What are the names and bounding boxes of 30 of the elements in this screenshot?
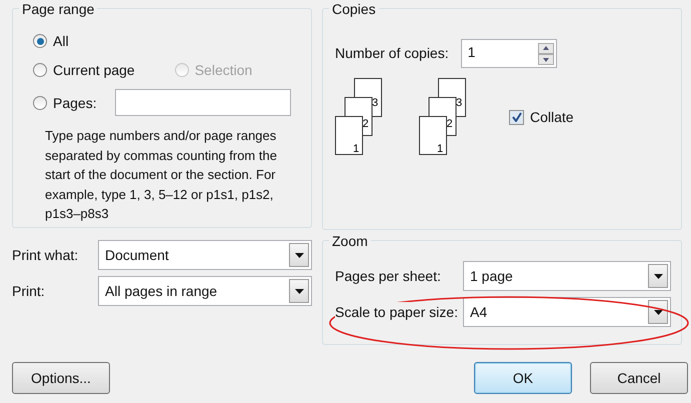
spin-arrows-icon[interactable] [538,42,554,64]
field-label: Print what: [12,246,78,264]
radio-button[interactable] [33,34,47,48]
dropdown[interactable]: Document [98,240,312,270]
radio-label: Current page [53,61,135,80]
field-label: Print: [12,282,45,300]
radio-label: Selection [194,61,252,80]
caret-icon [294,288,304,294]
page-stack-drawing: 3 2 1 [335,78,391,156]
checkbox-label: Collate [530,108,574,126]
caret-icon [654,310,662,314]
dropdown[interactable]: A4 [463,297,671,327]
caret-icon [654,274,662,278]
dialog-button[interactable]: OK [474,362,572,394]
radio-label: All [53,32,69,51]
dropdown[interactable]: 1 page [463,261,671,291]
dropdown[interactable]: All pages in range [98,276,312,306]
radio-button[interactable] [33,63,47,77]
field-label: Number of copies: [335,44,449,63]
dialog-button[interactable]: Options... [12,362,110,394]
pages-field[interactable] [114,89,291,116]
checkbox[interactable] [509,110,524,124]
radio-button[interactable] [33,96,47,110]
spin-field[interactable]: 1 [460,39,557,68]
hint-text: Type page numbers and/or page ranges separated by commas counting from the start of the document or the section. For example, type 1, 3, 5–12 or p1s1, p1s2, p1s3–p8s3 [45,127,278,223]
dialog-button[interactable]: Cancel [590,362,688,394]
caret-icon [294,252,304,258]
page-stack-drawing: 3 2 1 [419,78,475,156]
radio-label: Pages: [53,94,97,112]
field-label: Scale to paper size: [335,302,458,322]
